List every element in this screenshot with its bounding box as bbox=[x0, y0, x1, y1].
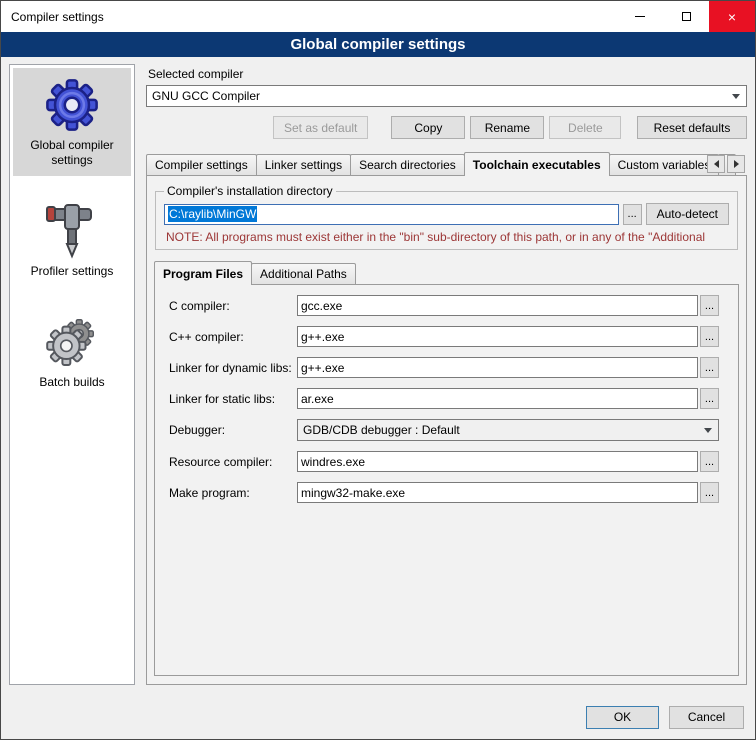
linker-static-label: Linker for static libs: bbox=[169, 392, 297, 406]
toolchain-executables-panel: Compiler's installation directory C:\ray… bbox=[146, 175, 747, 685]
tab-scroll-arrows bbox=[707, 155, 745, 173]
reset-defaults-button[interactable]: Reset defaults bbox=[637, 116, 747, 139]
selected-compiler-label: Selected compiler bbox=[148, 67, 747, 81]
resource-compiler-input[interactable]: windres.exe bbox=[297, 451, 698, 472]
chevron-left-icon bbox=[714, 160, 719, 168]
sidebar-item-label: Global compiler settings bbox=[15, 138, 129, 168]
linker-dynamic-label: Linker for dynamic libs: bbox=[169, 361, 297, 375]
cpp-compiler-browse-button[interactable]: ... bbox=[700, 326, 719, 347]
maximize-button[interactable] bbox=[663, 1, 709, 32]
chevron-down-icon bbox=[704, 428, 712, 433]
tab-toolchain-executables[interactable]: Toolchain executables bbox=[464, 152, 610, 176]
batch-builds-icon bbox=[15, 312, 129, 370]
minimize-icon bbox=[635, 16, 645, 17]
sidebar-item-global-compiler-settings[interactable]: Global compiler settings bbox=[13, 68, 131, 176]
installation-directory-note: NOTE: All programs must exist either in … bbox=[166, 230, 729, 244]
set-as-default-button[interactable]: Set as default bbox=[273, 116, 368, 139]
field-row-cpp-compiler: C++ compiler: g++.exe ... bbox=[169, 326, 719, 347]
ok-button[interactable]: OK bbox=[586, 706, 659, 729]
resource-compiler-browse-button[interactable]: ... bbox=[700, 451, 719, 472]
program-files-panel: C compiler: gcc.exe ... C++ compiler: g+… bbox=[154, 284, 739, 676]
dialog-footer: OK Cancel bbox=[1, 695, 755, 739]
c-compiler-input[interactable]: gcc.exe bbox=[297, 295, 698, 316]
close-icon: × bbox=[728, 9, 736, 25]
title-bar[interactable]: Compiler settings × bbox=[1, 1, 755, 32]
tab-program-files[interactable]: Program Files bbox=[154, 261, 252, 285]
linker-dynamic-input[interactable]: g++.exe bbox=[297, 357, 698, 378]
maximize-icon bbox=[682, 12, 691, 21]
installation-directory-browse-button[interactable]: ... bbox=[623, 204, 642, 225]
resource-compiler-value: windres.exe bbox=[301, 455, 365, 469]
resource-compiler-label: Resource compiler: bbox=[169, 455, 297, 469]
program-files-tab-strip: Program Files Additional Paths bbox=[154, 261, 739, 284]
c-compiler-value: gcc.exe bbox=[301, 299, 342, 313]
tab-additional-paths[interactable]: Additional Paths bbox=[251, 263, 356, 284]
field-row-c-compiler: C compiler: gcc.exe ... bbox=[169, 295, 719, 316]
linker-dynamic-browse-button[interactable]: ... bbox=[700, 357, 719, 378]
cpp-compiler-input[interactable]: g++.exe bbox=[297, 326, 698, 347]
profiler-icon bbox=[15, 201, 129, 259]
installation-directory-row: C:\raylib\MinGW ... Auto-detect bbox=[164, 203, 729, 225]
settings-category-sidebar: Global compiler settings Profiler se bbox=[9, 64, 135, 685]
cancel-button[interactable]: Cancel bbox=[669, 706, 744, 729]
tab-compiler-settings[interactable]: Compiler settings bbox=[146, 154, 257, 175]
window-title: Compiler settings bbox=[1, 10, 104, 24]
tab-custom-variables[interactable]: Custom variables bbox=[609, 154, 720, 175]
debugger-dropdown[interactable]: GDB/CDB debugger : Default bbox=[297, 419, 719, 441]
close-button[interactable]: × bbox=[709, 1, 755, 32]
rename-button[interactable]: Rename bbox=[470, 116, 544, 139]
make-program-input[interactable]: mingw32-make.exe bbox=[297, 482, 698, 503]
auto-detect-button[interactable]: Auto-detect bbox=[646, 203, 729, 225]
dialog-body: Global compiler settings Profiler se bbox=[1, 57, 755, 695]
main-panel: Selected compiler GNU GCC Compiler Set a… bbox=[146, 64, 747, 685]
chevron-right-icon bbox=[734, 160, 739, 168]
cpp-compiler-label: C++ compiler: bbox=[169, 330, 297, 344]
installation-directory-value: C:\raylib\MinGW bbox=[168, 206, 257, 222]
selected-compiler-dropdown[interactable]: GNU GCC Compiler bbox=[146, 85, 747, 107]
installation-directory-group-title: Compiler's installation directory bbox=[164, 184, 336, 198]
dialog-banner-title: Global compiler settings bbox=[1, 32, 755, 57]
linker-static-input[interactable]: ar.exe bbox=[297, 388, 698, 409]
tab-linker-settings[interactable]: Linker settings bbox=[256, 154, 351, 175]
field-row-linker-dynamic: Linker for dynamic libs: g++.exe ... bbox=[169, 357, 719, 378]
sidebar-item-label: Profiler settings bbox=[15, 264, 129, 279]
c-compiler-label: C compiler: bbox=[169, 299, 297, 313]
cpp-compiler-value: g++.exe bbox=[301, 330, 344, 344]
sidebar-item-batch-builds[interactable]: Batch builds bbox=[13, 303, 131, 398]
debugger-label: Debugger: bbox=[169, 423, 297, 437]
selected-compiler-value: GNU GCC Compiler bbox=[152, 89, 260, 103]
sidebar-item-profiler-settings[interactable]: Profiler settings bbox=[13, 192, 131, 287]
field-row-debugger: Debugger: GDB/CDB debugger : Default bbox=[169, 419, 719, 441]
sidebar-item-label: Batch builds bbox=[15, 375, 129, 390]
linker-dynamic-value: g++.exe bbox=[301, 361, 344, 375]
tab-search-directories[interactable]: Search directories bbox=[350, 154, 465, 175]
minimize-button[interactable] bbox=[617, 1, 663, 32]
tab-scroll-left-button[interactable] bbox=[707, 155, 725, 173]
copy-button[interactable]: Copy bbox=[391, 116, 465, 139]
field-row-make-program: Make program: mingw32-make.exe ... bbox=[169, 482, 719, 503]
compiler-action-buttons: Set as default Copy Rename Delete Reset … bbox=[146, 116, 747, 139]
debugger-value: GDB/CDB debugger : Default bbox=[303, 423, 460, 437]
make-program-browse-button[interactable]: ... bbox=[700, 482, 719, 503]
settings-tab-strip: Compiler settings Linker settings Search… bbox=[146, 152, 747, 175]
make-program-value: mingw32-make.exe bbox=[301, 486, 405, 500]
field-row-linker-static: Linker for static libs: ar.exe ... bbox=[169, 388, 719, 409]
c-compiler-browse-button[interactable]: ... bbox=[700, 295, 719, 316]
installation-directory-input[interactable]: C:\raylib\MinGW bbox=[164, 204, 619, 225]
delete-button[interactable]: Delete bbox=[549, 116, 621, 139]
field-row-resource-compiler: Resource compiler: windres.exe ... bbox=[169, 451, 719, 472]
window-controls: × bbox=[617, 1, 755, 32]
linker-static-value: ar.exe bbox=[301, 392, 334, 406]
tab-scroll-right-button[interactable] bbox=[727, 155, 745, 173]
gear-icon bbox=[15, 77, 129, 133]
chevron-down-icon bbox=[732, 94, 740, 99]
installation-directory-group: Compiler's installation directory C:\ray… bbox=[155, 184, 738, 250]
make-program-label: Make program: bbox=[169, 486, 297, 500]
compiler-settings-window: Compiler settings × Global compiler sett… bbox=[0, 0, 756, 740]
linker-static-browse-button[interactable]: ... bbox=[700, 388, 719, 409]
